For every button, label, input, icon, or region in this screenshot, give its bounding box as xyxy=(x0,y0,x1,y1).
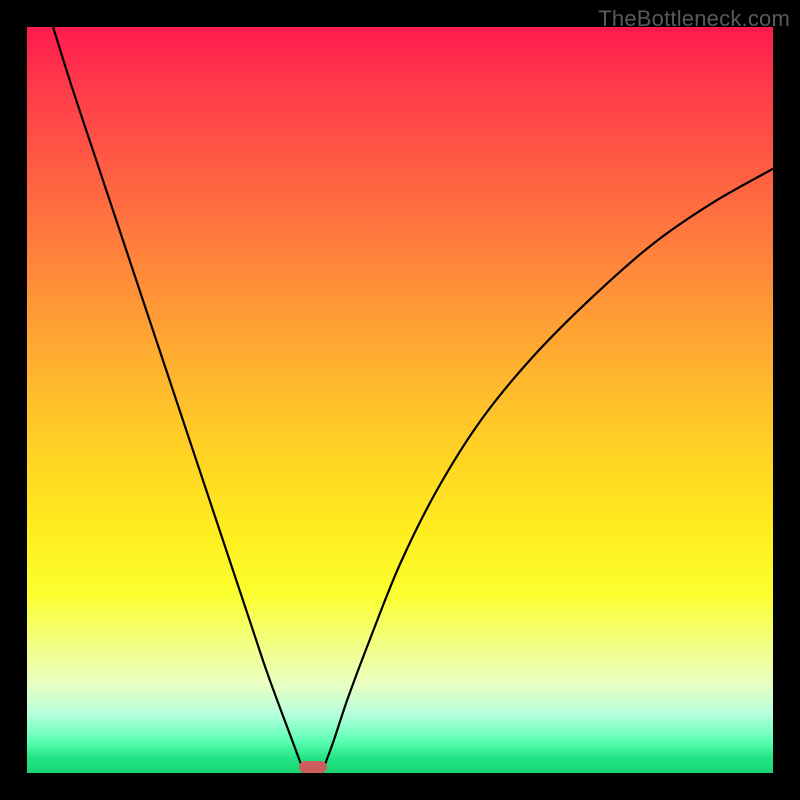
vertex-pill-marker xyxy=(299,761,327,773)
curves-svg xyxy=(27,27,773,773)
right-branch-curve xyxy=(322,169,773,773)
left-branch-curve xyxy=(53,27,304,773)
watermark-text: TheBottleneck.com xyxy=(598,6,790,32)
outer-frame: TheBottleneck.com xyxy=(0,0,800,800)
plot-area xyxy=(27,27,773,773)
